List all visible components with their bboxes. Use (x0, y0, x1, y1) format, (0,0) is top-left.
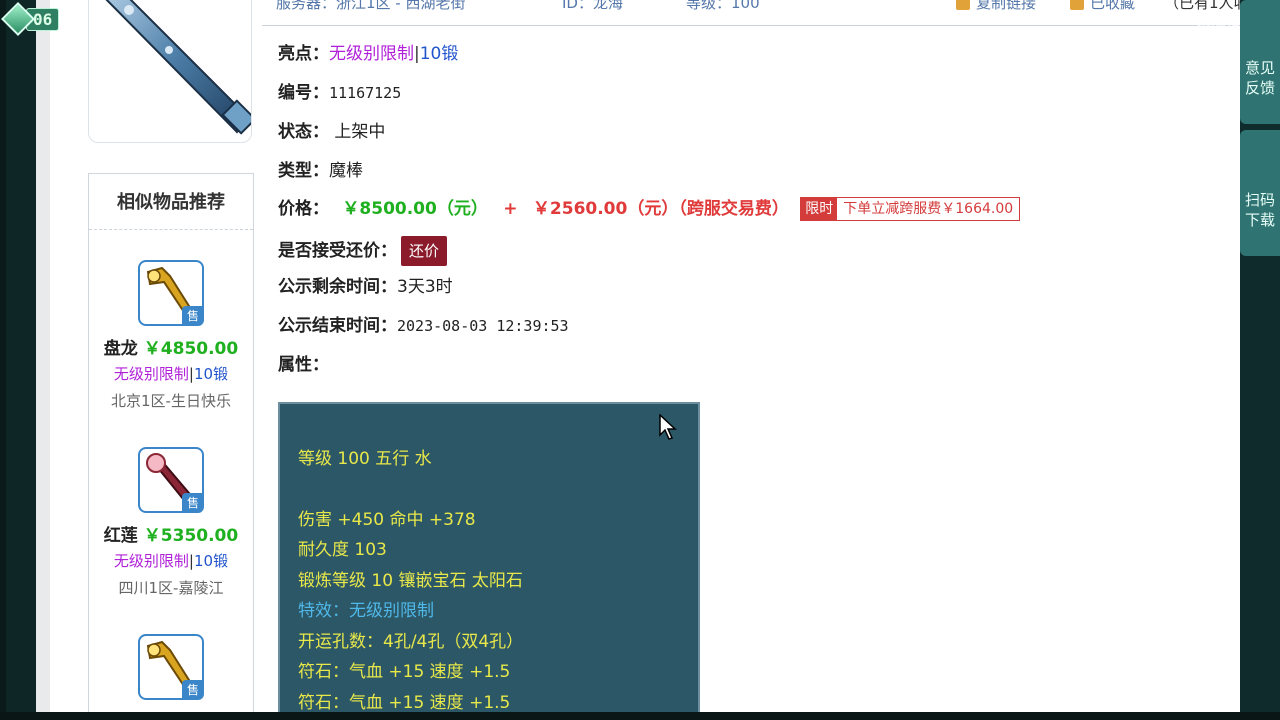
staff-icon (105, 0, 251, 135)
end-time: 2023-08-03 12:39:53 (397, 317, 569, 335)
bottom-bar (0, 712, 1280, 720)
rec-item[interactable]: 售 (89, 634, 253, 700)
left-game-strip (0, 0, 36, 720)
link-icon (956, 0, 970, 10)
price-row: 价格： ￥8500.00（元） + ￥2560.00（元）（跨服交易费） 限时下… (278, 197, 1021, 221)
attr-line: 伤害 +450 命中 +378 (298, 509, 476, 530)
rec-item-name: 红莲 (103, 526, 138, 546)
type-value: 魔棒 (329, 161, 363, 181)
for-sale-badge: 售 (182, 493, 204, 513)
rec-item-price: ￥5350.00 (143, 526, 239, 546)
level-badge: 06 (1, 2, 74, 36)
counter-offer-button[interactable]: 还价 (401, 236, 448, 266)
number-row: 编号：11167125 (278, 83, 402, 103)
for-sale-badge: 售 (182, 680, 204, 700)
tag-no-level-limit: 无级别限制 (329, 44, 414, 64)
item-number: 11167125 (329, 84, 402, 102)
rec-item-price: ￥4850.00 (143, 339, 239, 359)
remaining-time-row: 公示剩余时间：3天3时 (278, 277, 453, 297)
tag-forge: 10锻 (419, 44, 459, 64)
cc-logo-icon (1074, 47, 1114, 87)
attributes-label-row: 属性： (278, 355, 329, 375)
server-text: 服务器：浙江1区 - 西湖老街 (276, 0, 466, 12)
cross-server-fee: ￥2560.00（元）（跨服交易费） (532, 199, 789, 219)
attributes-box: 等级 100 五行 水 伤害 +450 命中 +378 耐久度 103 锻炼等级… (278, 402, 700, 720)
mouse-cursor-icon (659, 414, 677, 440)
item-thumbnail[interactable]: 售 (138, 447, 204, 513)
stream-watermark: CC直播 (1074, 44, 1221, 87)
type-row: 类型：魔棒 (278, 161, 363, 181)
product-image (88, 0, 252, 143)
counter-offer-row: 是否接受还价： 还价 (278, 236, 448, 266)
attr-line: 符石：气血 +15 速度 +1.5 (298, 662, 511, 682)
attr-line: 耐久度 103 (298, 540, 387, 560)
attr-line-special: 特效：无级别限制 (298, 601, 434, 621)
rec-item[interactable]: 售 盘龙 ￥4850.00 无级别限制|10锻 北京1区-生日快乐 (89, 260, 253, 411)
for-sale-badge: 售 (182, 306, 204, 326)
seller-id-text: ID：龙海 (562, 0, 623, 12)
item-thumbnail[interactable]: 售 (138, 260, 204, 326)
price-value: ￥8500.00（元） (342, 199, 488, 219)
page-gutter (36, 0, 50, 720)
item-thumbnail[interactable]: 售 (138, 634, 204, 700)
stream-watermark-small: CC直播 (1196, 16, 1241, 31)
copy-link-button[interactable]: 复制链接 (956, 0, 1036, 13)
rec-item[interactable]: 售 红莲 ￥5350.00 无级别限制|10锻 四川1区-嘉陵江 (89, 447, 253, 598)
rec-item-name: 盘龙 (103, 339, 138, 359)
star-icon (1070, 0, 1084, 10)
end-time-row: 公示结束时间：2023-08-03 12:39:53 (278, 316, 569, 336)
highlight-row: 亮点：无级别限制|10锻 (278, 44, 459, 64)
level-text: 等级：100 (686, 0, 760, 12)
remaining-time: 3天3时 (397, 277, 453, 297)
status-value: 上架中 (334, 122, 386, 142)
similar-items-panel: 相似物品推荐 售 盘龙 ￥4850.00 无级别限制|10锻 北京1区-生日快乐 … (88, 173, 254, 720)
favorite-button[interactable]: 已收藏 (1070, 0, 1135, 13)
feedback-tab[interactable]: 意见反馈 (1240, 0, 1280, 124)
rec-item-server: 北京1区-生日快乐 (111, 392, 231, 410)
rec-item-server: 四川1区-嘉陵江 (118, 579, 224, 597)
panel-title: 相似物品推荐 (89, 174, 253, 230)
top-info-strip: 服务器：浙江1区 - 西湖老街 ID：龙海 等级：100 复制链接 已收藏 （已… (262, 0, 1249, 26)
attr-line: 开运孔数：4孔/4孔（双4孔） (298, 631, 524, 652)
scan-download-tab[interactable]: 扫码下载 (1240, 130, 1280, 256)
attr-line: 等级 100 五行 水 (298, 449, 432, 469)
attr-line: 锻炼等级 10 镶嵌宝石 太阳石 (298, 570, 523, 591)
status-row: 状态： 上架中 (278, 122, 386, 142)
promo-badge: 限时 下单立减跨服费￥1664.00 (800, 197, 1021, 221)
